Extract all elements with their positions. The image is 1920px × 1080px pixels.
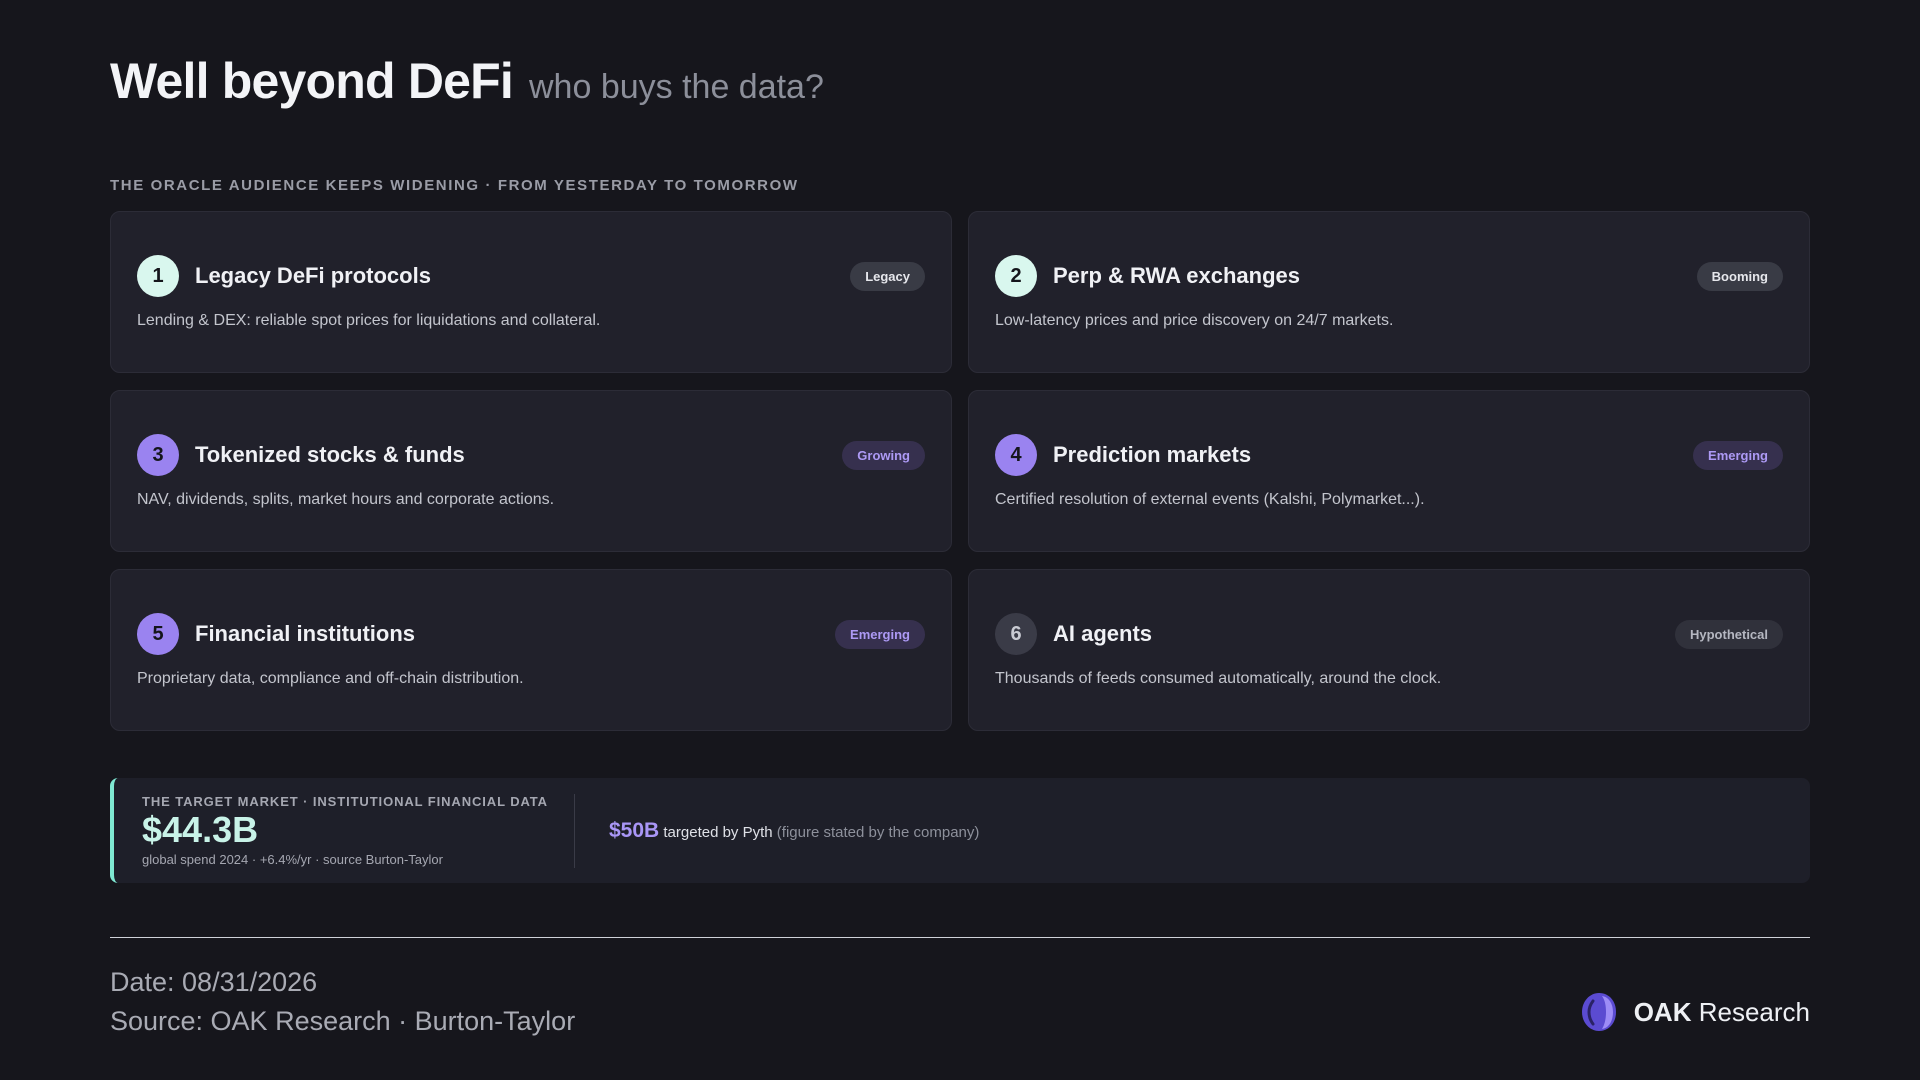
- market-divider: [574, 793, 575, 868]
- brand-name-bold: OAK: [1633, 996, 1692, 1027]
- audience-card-legacy-defi: 1 Legacy DeFi protocols Legacy Lending &…: [110, 211, 952, 373]
- card-header: 1 Legacy DeFi protocols Legacy: [137, 255, 925, 297]
- section-kicker: THE ORACLE AUDIENCE KEEPS WIDENING · FRO…: [110, 177, 799, 194]
- card-header: 4 Prediction markets Emerging: [995, 434, 1783, 476]
- card-number-badge: 2: [995, 255, 1037, 297]
- card-description: Certified resolution of external events …: [995, 491, 1425, 508]
- card-header: 6 AI agents Hypothetical: [995, 613, 1783, 655]
- card-title: Prediction markets: [1053, 442, 1252, 467]
- card-description: NAV, dividends, splits, market hours and…: [137, 491, 555, 508]
- brand-name-rest: Research: [1698, 996, 1810, 1027]
- footer-date: Date: 08/31/2026: [110, 967, 318, 997]
- pyth-target-value: $50B: [609, 818, 660, 842]
- title-row: Well beyond DeFi who buys the data?: [110, 52, 824, 110]
- status-badge: Hypothetical: [1674, 619, 1783, 649]
- audience-grid: 1 Legacy DeFi protocols Legacy Lending &…: [110, 211, 1810, 731]
- card-header: 2 Perp & RWA exchanges Booming: [995, 255, 1783, 297]
- page-title: Well beyond DeFi: [110, 53, 514, 109]
- brand-logo: OAK Research: [1580, 991, 1810, 1033]
- market-kicker: THE TARGET MARKET · INSTITUTIONAL FINANC…: [142, 794, 548, 809]
- slide: Well beyond DeFi who buys the data? THE …: [0, 0, 1920, 1080]
- card-number-badge: 5: [137, 613, 179, 655]
- page-subtitle: who buys the data?: [529, 68, 824, 106]
- status-badge: Growing: [842, 440, 925, 470]
- card-description: Lending & DEX: reliable spot prices for …: [137, 312, 601, 329]
- card-title: Tokenized stocks & funds: [195, 442, 465, 467]
- market-note: global spend 2024 · +6.4%/yr · source Bu…: [142, 852, 443, 867]
- card-number-badge: 1: [137, 255, 179, 297]
- market-value: $44.3B: [142, 809, 259, 850]
- status-badge: Booming: [1696, 261, 1783, 291]
- audience-card-tokenized-stocks: 3 Tokenized stocks & funds Growing NAV, …: [110, 390, 952, 552]
- card-title: AI agents: [1053, 621, 1153, 646]
- card-description: Proprietary data, compliance and off-cha…: [137, 670, 524, 687]
- card-number-badge: 3: [137, 434, 179, 476]
- status-badge: Emerging: [1693, 440, 1783, 470]
- footer-source: Source: OAK Research · Burton-Taylor: [110, 1006, 576, 1036]
- status-badge: Legacy: [850, 261, 925, 291]
- status-badge: Emerging: [835, 619, 925, 649]
- footer-divider: [110, 937, 1810, 938]
- card-title: Perp & RWA exchanges: [1053, 263, 1300, 288]
- audience-card-ai-agents: 6 AI agents Hypothetical Thousands of fe…: [968, 569, 1810, 731]
- footer-meta: Date: 08/31/2026 Source: OAK Research · …: [110, 963, 575, 1041]
- audience-card-perp-rwa: 2 Perp & RWA exchanges Booming Low-laten…: [968, 211, 1810, 373]
- card-header: 3 Tokenized stocks & funds Growing: [137, 434, 925, 476]
- oak-logo-icon: [1581, 993, 1616, 1031]
- pyth-target-line: $50B targeted by Pyth (figure stated by …: [609, 819, 979, 843]
- pyth-target-text: targeted by Pyth: [663, 823, 773, 841]
- audience-card-prediction-markets: 4 Prediction markets Emerging Certified …: [968, 390, 1810, 552]
- brand-name: OAK Research: [1634, 997, 1810, 1028]
- pyth-target-note: (figure stated by the company): [776, 823, 980, 841]
- card-title: Legacy DeFi protocols: [195, 263, 431, 288]
- target-market-panel: THE TARGET MARKET · INSTITUTIONAL FINANC…: [110, 778, 1810, 883]
- card-header: 5 Financial institutions Emerging: [137, 613, 925, 655]
- market-size-block: THE TARGET MARKET · INSTITUTIONAL FINANC…: [114, 794, 574, 867]
- card-title: Financial institutions: [195, 621, 416, 646]
- card-number-badge: 6: [995, 613, 1037, 655]
- card-description: Low-latency prices and price discovery o…: [995, 312, 1394, 329]
- card-number-badge: 4: [995, 434, 1037, 476]
- card-description: Thousands of feeds consumed automaticall…: [995, 670, 1442, 687]
- audience-card-financial-institutions: 5 Financial institutions Emerging Propri…: [110, 569, 952, 731]
